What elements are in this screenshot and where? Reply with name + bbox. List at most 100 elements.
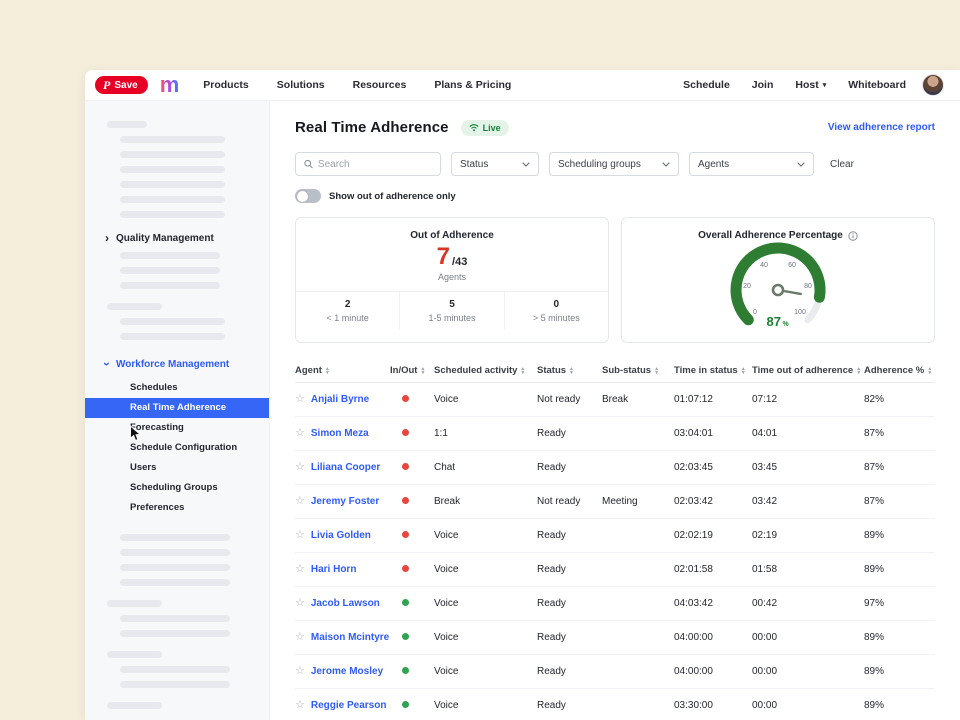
nav-item-solutions[interactable]: Solutions <box>277 79 325 91</box>
skeleton-bar <box>120 151 225 158</box>
nav-item-resources[interactable]: Resources <box>353 79 407 91</box>
nav-item-schedule[interactable]: Schedule <box>683 79 730 91</box>
show-out-of-adherence-toggle[interactable] <box>295 189 321 203</box>
sort-icon[interactable]: ▲▼ <box>741 367 746 375</box>
column-header-adherence[interactable]: Adherence %▲▼ <box>864 365 935 376</box>
agent-link[interactable]: Liliana Cooper <box>311 462 380 473</box>
search-field[interactable] <box>295 152 441 176</box>
table-row[interactable]: ☆Hari HornVoiceReady02:01:5801:5889% <box>295 553 935 587</box>
search-input[interactable] <box>318 159 432 170</box>
table-row[interactable]: ☆Anjali ByrneVoiceNot readyBreak01:07:12… <box>295 383 935 417</box>
scheduling-groups-dropdown[interactable]: Scheduling groups <box>549 152 679 176</box>
sort-icon[interactable]: ▲▼ <box>420 367 425 375</box>
sidebar-item-forecasting[interactable]: Forecasting <box>85 418 269 438</box>
agent-link[interactable]: Livia Golden <box>311 530 371 541</box>
status-dropdown[interactable]: Status <box>451 152 539 176</box>
star-icon[interactable]: ☆ <box>295 496 305 507</box>
sort-down-icon: ▼ <box>856 371 861 375</box>
star-icon[interactable]: ☆ <box>295 632 305 643</box>
table-row[interactable]: ☆Simon Meza1:1Ready03:04:0104:0187% <box>295 417 935 451</box>
agent-link[interactable]: Anjali Byrne <box>311 394 369 405</box>
sort-icon[interactable]: ▲▼ <box>520 367 525 375</box>
column-header-scheduled-activity[interactable]: Scheduled activity▲▼ <box>434 365 537 376</box>
sort-icon[interactable]: ▲▼ <box>654 367 659 375</box>
column-header-status[interactable]: Status▲▼ <box>537 365 602 376</box>
sort-icon[interactable]: ▲▼ <box>569 367 574 375</box>
sidebar-item-real-time-adherence[interactable]: Real Time Adherence <box>85 398 269 418</box>
sort-icon[interactable]: ▲▼ <box>856 367 861 375</box>
column-header-time-in-status[interactable]: Time in status▲▼ <box>674 365 752 376</box>
star-icon[interactable]: ☆ <box>295 530 305 541</box>
sidebar-item-users[interactable]: Users <box>85 458 269 478</box>
table-row[interactable]: ☆Jeremy FosterBreakNot readyMeeting02:03… <box>295 485 935 519</box>
agent-link[interactable]: Jerome Mosley <box>311 666 383 677</box>
agent-cell: ☆ Maison Mcintyre <box>295 632 390 643</box>
agent-link[interactable]: Simon Meza <box>311 428 369 439</box>
chevron-down-icon <box>797 162 805 167</box>
column-header-time-out-of-adherence[interactable]: Time out of adherence▲▼ <box>752 365 864 376</box>
clear-filters-button[interactable]: Clear <box>830 159 854 170</box>
sidebar-item-schedule-configuration[interactable]: Schedule Configuration <box>85 438 269 458</box>
sort-icon[interactable]: ▲▼ <box>325 367 330 375</box>
table-row[interactable]: ☆Livia GoldenVoiceReady02:02:1902:1989% <box>295 519 935 553</box>
agent-cell: ☆ Reggie Pearson <box>295 700 390 711</box>
inout-cell <box>390 700 434 711</box>
scheduled-activity-cell: Voice <box>434 666 537 677</box>
sidebar-section-label: Quality Management <box>116 233 214 244</box>
star-icon[interactable]: ☆ <box>295 428 305 439</box>
table-row[interactable]: ☆Reggie PearsonVoiceReady03:30:0000:0089… <box>295 689 935 720</box>
out-of-adherence-dot <box>402 497 409 504</box>
user-avatar[interactable] <box>922 74 944 96</box>
column-header-agent[interactable]: Agent▲▼ <box>295 365 390 376</box>
bucket-value: 0 <box>505 299 608 310</box>
status-cell: Ready <box>537 428 602 439</box>
nav-item-join[interactable]: Join <box>752 79 774 91</box>
star-icon[interactable]: ☆ <box>295 462 305 473</box>
bucket-label: 1-5 minutes <box>400 313 503 323</box>
star-icon[interactable]: ☆ <box>295 700 305 711</box>
table-row[interactable]: ☆Jerome MosleyVoiceReady04:00:0000:0089% <box>295 655 935 689</box>
out-of-adherence-dot <box>402 429 409 436</box>
sidebar-item-scheduling-groups[interactable]: Scheduling Groups <box>85 478 269 498</box>
inout-cell <box>390 632 434 643</box>
svg-text:100: 100 <box>794 309 806 316</box>
skeleton-bar <box>120 681 230 688</box>
wm-menu: SchedulesReal Time AdherenceForecastingS… <box>85 378 269 518</box>
agent-link[interactable]: Hari Horn <box>311 564 357 575</box>
table-row[interactable]: ☆Maison McintyreVoiceReady04:00:0000:008… <box>295 621 935 655</box>
main-nav-right: Schedule Join Host▾ Whiteboard <box>683 79 906 91</box>
agent-cell: ☆ Jeremy Foster <box>295 496 390 507</box>
status-cell: Ready <box>537 462 602 473</box>
view-adherence-report-link[interactable]: View adherence report <box>828 122 935 133</box>
time-in-status-cell: 02:01:58 <box>674 564 752 575</box>
sidebar-section-workforce-management[interactable]: › Workforce Management <box>85 354 269 374</box>
nav-item-plans-pricing[interactable]: Plans & Pricing <box>434 79 511 91</box>
nav-item-products[interactable]: Products <box>203 79 249 91</box>
sidebar-section-quality-management[interactable]: › Quality Management <box>85 228 269 248</box>
agent-link[interactable]: Reggie Pearson <box>311 700 387 711</box>
sidebar-item-schedules[interactable]: Schedules <box>85 378 269 398</box>
star-icon[interactable]: ☆ <box>295 564 305 575</box>
agent-link[interactable]: Maison Mcintyre <box>311 632 389 643</box>
sort-icon[interactable]: ▲▼ <box>927 367 932 375</box>
table-row[interactable]: ☆Liliana CooperChatReady02:03:4503:4587% <box>295 451 935 485</box>
star-icon[interactable]: ☆ <box>295 666 305 677</box>
app-logo[interactable]: m <box>160 75 180 95</box>
sidebar-item-preferences[interactable]: Preferences <box>85 498 269 518</box>
main-content: Real Time Adherence Live View adherence … <box>270 101 960 720</box>
column-header-sub-status[interactable]: Sub-status▲▼ <box>602 365 674 376</box>
agent-link[interactable]: Jeremy Foster <box>311 496 379 507</box>
agent-cell: ☆ Livia Golden <box>295 530 390 541</box>
pinterest-save-button[interactable]: P Save <box>95 76 148 94</box>
column-header-in-out[interactable]: In/Out▲▼ <box>390 365 434 376</box>
agents-dropdown[interactable]: Agents <box>689 152 814 176</box>
star-icon[interactable]: ☆ <box>295 598 305 609</box>
star-icon[interactable]: ☆ <box>295 394 305 405</box>
table-row[interactable]: ☆Jacob LawsonVoiceReady04:03:4200:4297% <box>295 587 935 621</box>
scheduling-groups-dropdown-label: Scheduling groups <box>558 159 641 170</box>
out-of-adherence-dot <box>402 463 409 470</box>
nav-item-host[interactable]: Host▾ <box>795 79 826 91</box>
time-out-of-adherence-cell: 03:42 <box>752 496 864 507</box>
nav-item-whiteboard[interactable]: Whiteboard <box>848 79 906 91</box>
agent-link[interactable]: Jacob Lawson <box>311 598 380 609</box>
